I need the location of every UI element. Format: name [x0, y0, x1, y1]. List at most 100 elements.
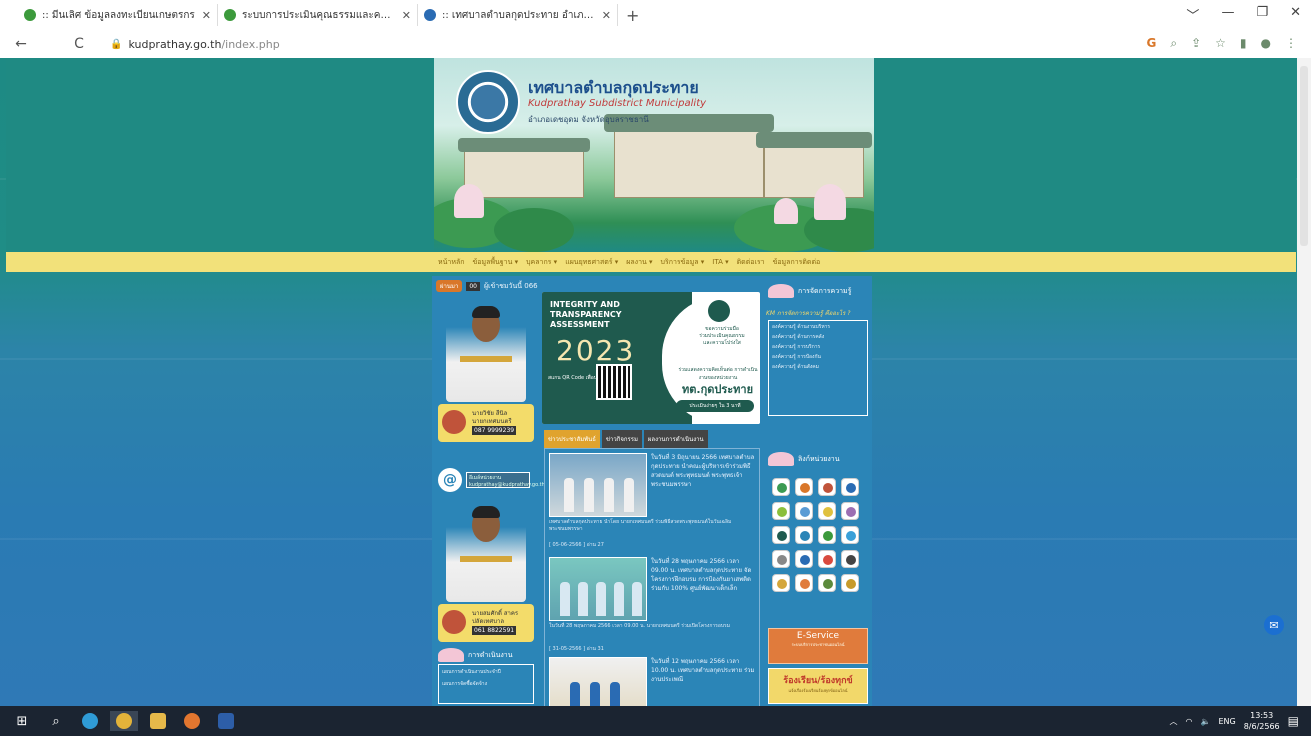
news-title[interactable]: ในวันที่ 12 พฤษภาคม 2566 เวลา 10.00 น. เ… [651, 657, 757, 684]
nav-item-strategy[interactable]: แผนยุทธศาสตร์ ▾ [565, 257, 618, 268]
google-icon[interactable]: G [1146, 36, 1156, 51]
agency-link-icon[interactable] [772, 478, 790, 496]
site-header-banner: เทศบาลตำบลกุดประทาย Kudprathay Subdistri… [6, 58, 1296, 252]
agency-link-icon[interactable] [841, 502, 859, 520]
nav-item-contact[interactable]: ติดต่อเรา [737, 257, 765, 268]
input-language[interactable]: ENG [1218, 717, 1235, 726]
restore-button[interactable]: ❐ [1256, 5, 1268, 24]
page-scrollbar[interactable] [1297, 58, 1311, 706]
url-host: kudprathay.go.th [128, 37, 222, 51]
agency-link-icon[interactable] [795, 478, 813, 496]
clock-date: 8/6/2566 [1243, 722, 1280, 731]
e-service-banner[interactable]: E-Service ระบบบริการประชาชนออนไลน์ [768, 628, 868, 664]
search-icon[interactable]: ⌕ [42, 711, 70, 731]
lotus-icon [768, 452, 794, 466]
tab-search-button[interactable]: ﹀ [1186, 5, 1199, 24]
back-arrow-icon[interactable]: ← [10, 36, 32, 52]
clock-time: 13:53 [1250, 711, 1274, 720]
windows-start-icon[interactable]: ⊞ [8, 711, 36, 731]
km-link[interactable]: KM การจัดการความรู้ คืออะไร ? [766, 308, 851, 318]
bookmark-star-icon[interactable]: ☆ [1215, 36, 1226, 51]
nav-item-results[interactable]: ผลงาน ▾ [626, 257, 652, 268]
agency-link-icon[interactable] [841, 526, 859, 544]
complaint-banner[interactable]: ร้องเรียน/ร้องทุกข์ แจ้งเรื่องร้องเรียนร… [768, 668, 868, 704]
clock[interactable]: 13:53 8/6/2566 [1244, 710, 1280, 732]
browser-tab-3[interactable]: :: เทศบาลตำบลกุดประทาย อำเภอเดชฯ ✕ [418, 4, 618, 26]
agency-link-icon[interactable] [818, 550, 836, 568]
email-contact[interactable]: @ อีเมล์หน่วยงาน kudprathay@kudprathay.go… [438, 466, 545, 494]
share-icon[interactable]: ⇪ [1191, 36, 1201, 51]
browser-tab-1[interactable]: :: มีนเลิศ ข้อมูลลงทะเบียนเกษตรกร ✕ [18, 4, 218, 26]
file-explorer-icon[interactable] [144, 711, 172, 731]
windows-taskbar: ⊞ ⌕ ︿ ◠ 🔈 ENG 13:53 8/6/2566 ▤ [0, 706, 1311, 736]
news-body: ในวันที่ 28 พฤษภาคม 2566 เวลา 09.00 น. น… [549, 623, 731, 629]
word-icon[interactable] [212, 711, 240, 731]
close-tab-icon[interactable]: ✕ [202, 9, 211, 22]
agency-link-icon[interactable] [772, 574, 790, 592]
volume-icon[interactable]: 🔈 [1201, 717, 1211, 726]
reload-icon[interactable]: C [68, 36, 90, 52]
nav-item-services[interactable]: บริการข้อมูล ▾ [661, 257, 705, 268]
agency-link-icon[interactable] [795, 502, 813, 520]
news-title[interactable]: ในวันที่ 28 พฤษภาคม 2566 เวลา 09.00 น. เ… [651, 557, 757, 593]
knowledge-item[interactable]: องค์ความรู้ ด้านสังคม [772, 364, 864, 371]
browser-tab-2[interactable]: ระบบการประเมินคุณธรรมและความโปร่งใส ✕ [218, 4, 418, 26]
news-thumbnail [549, 657, 647, 706]
operations-link[interactable]: แผนการจัดซื้อจัดจ้าง [442, 680, 530, 688]
notifications-icon[interactable]: ▤ [1288, 714, 1299, 728]
agency-link-icon[interactable] [795, 550, 813, 568]
email-address: kudprathay@kudprathay.go.th [469, 482, 545, 488]
edge-browser-icon[interactable] [76, 711, 104, 731]
news-title[interactable]: ในวันที่ 3 มิถุนายน 2566 เทศบาลตำบลกุดปร… [651, 453, 757, 489]
new-tab-button[interactable]: + [626, 6, 639, 25]
ita-assess-button[interactable]: ประเมินง่ายๆ ใน 3 นาที [676, 400, 754, 412]
close-tab-icon[interactable]: ✕ [402, 9, 411, 22]
agency-link-icon[interactable] [841, 574, 859, 592]
knowledge-item[interactable]: องค์ความรู้ ด้านงานบริหาร [772, 324, 864, 331]
ita-2023-banner[interactable]: INTEGRITY AND TRANSPARENCY ASSESSMENT 2023… [542, 292, 760, 424]
wifi-icon[interactable]: ◠ [1186, 717, 1193, 726]
close-window-button[interactable]: ✕ [1290, 5, 1301, 24]
profile-icon[interactable]: ● [1261, 36, 1271, 51]
knowledge-item[interactable]: องค์ความรู้ การบริการ [772, 344, 864, 351]
zoom-icon[interactable]: ⌕ [1170, 36, 1177, 51]
complaint-sub: แจ้งเรื่องร้องเรียนร้องทุกข์ออนไลน์ [788, 688, 848, 693]
agency-link-icon[interactable] [818, 502, 836, 520]
official-position: ปลัดเทศบาล [472, 618, 505, 625]
nav-item-contact-info[interactable]: ข้อมูลการติดต่อ [773, 257, 821, 268]
messenger-chat-icon[interactable]: ✉ [1264, 615, 1284, 635]
minimize-button[interactable]: — [1221, 5, 1234, 24]
tray-chevron-icon[interactable]: ︿ [1170, 716, 1178, 727]
url-field[interactable]: 🔒 kudprathay.go.th/index.php [110, 38, 280, 51]
menu-kebab-icon[interactable]: ⋮ [1285, 36, 1297, 51]
operations-link[interactable]: แผนการดำเนินงานประจำปี [442, 668, 530, 676]
agency-link-icon[interactable] [795, 526, 813, 544]
firefox-icon[interactable] [178, 711, 206, 731]
tab-activity-news[interactable]: ข่าวกิจกรรม [601, 430, 642, 448]
page-viewport: เทศบาลตำบลกุดประทาย Kudprathay Subdistri… [0, 58, 1311, 706]
e-service-sub: ระบบบริการประชาชนออนไลน์ [791, 642, 845, 647]
news-list: ในวันที่ 3 มิถุนายน 2566 เทศบาลตำบลกุดปร… [544, 448, 760, 706]
agency-link-icon[interactable] [795, 574, 813, 592]
nav-item-ita[interactable]: ITA ▾ [712, 258, 728, 266]
agency-link-icon[interactable] [818, 526, 836, 544]
side-panel-icon[interactable]: ▮ [1240, 36, 1247, 51]
nav-item-home[interactable]: หน้าหลัก [438, 257, 464, 268]
agency-link-icon[interactable] [818, 478, 836, 496]
agency-link-icon[interactable] [818, 574, 836, 592]
chrome-browser-icon[interactable] [110, 711, 138, 731]
nav-item-basic-info[interactable]: ข้อมูลพื้นฐาน ▾ [472, 257, 518, 268]
tab-pr-news[interactable]: ข่าวประชาสัมพันธ์ [544, 430, 600, 448]
ita-line: ขอความร่วมมือ [705, 326, 739, 332]
nav-item-personnel[interactable]: บุคลากร ▾ [526, 257, 557, 268]
knowledge-item[interactable]: องค์ความรู้ ด้านการคลัง [772, 334, 864, 341]
tab-performance[interactable]: ผลงานการดำเนินงาน [643, 430, 708, 448]
agency-link-icon[interactable] [841, 478, 859, 496]
agency-link-icon[interactable] [841, 550, 859, 568]
agency-link-icon[interactable] [772, 550, 790, 568]
mayor-photo [446, 302, 526, 402]
knowledge-item[interactable]: องค์ความรู้ การป้องกัน [772, 354, 864, 361]
close-tab-icon[interactable]: ✕ [602, 9, 611, 22]
agency-link-icon[interactable] [772, 502, 790, 520]
agency-link-icon[interactable] [772, 526, 790, 544]
